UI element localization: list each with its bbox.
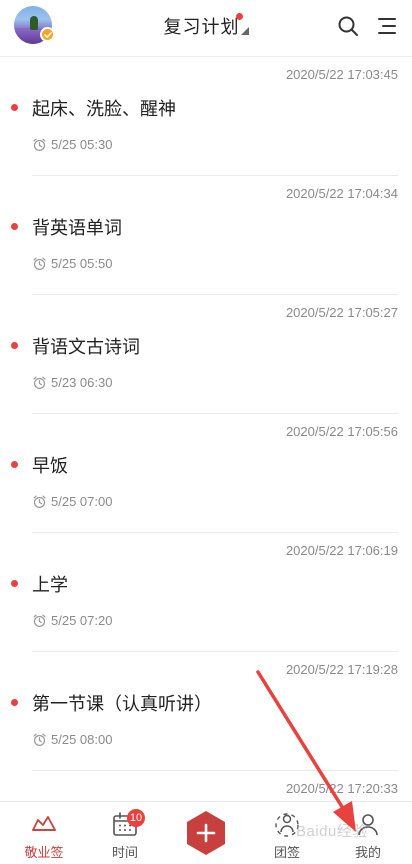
reminder: 5/25 05:50 <box>32 255 112 271</box>
title-notification-dot <box>236 13 243 20</box>
alarm-clock-icon <box>33 138 46 151</box>
bullet-dot-icon <box>11 461 18 468</box>
plus-icon <box>187 811 225 855</box>
nav-label: 我的 <box>354 846 381 861</box>
bullet-dot-icon <box>11 223 18 230</box>
list-item[interactable]: 2020/5/22 17:20:33 <box>32 771 398 801</box>
created-time: 2020/5/22 17:06:19 <box>285 543 398 558</box>
created-time: 2020/5/22 17:05:27 <box>285 305 398 320</box>
list-item[interactable]: 2020/5/22 17:05:27 背语文古诗词 5/23 06:30 <box>11 295 398 414</box>
item-title: 上学 <box>32 575 68 596</box>
created-time: 2020/5/22 17:03:45 <box>285 67 398 82</box>
watermark: Baidu经验 <box>296 823 368 840</box>
bullet-dot-icon <box>11 104 18 111</box>
menu-icon <box>378 18 396 34</box>
created-time: 2020/5/22 17:04:34 <box>285 186 398 201</box>
notification-badge: 10 <box>127 809 145 827</box>
created-time: 2020/5/22 17:20:33 <box>285 781 398 796</box>
nav-label: 敬业签 <box>24 846 64 861</box>
reminder-time: 5/25 05:50 <box>51 255 113 271</box>
reminder-time: 5/25 08:00 <box>51 731 113 747</box>
alarm-clock-icon <box>33 376 46 389</box>
reminder: 5/25 07:20 <box>32 612 112 628</box>
item-title: 第一节课（认真听讲） <box>32 694 212 715</box>
list-item[interactable]: 2020/5/22 17:19:28 第一节课（认真听讲） 5/25 08:00 <box>11 652 398 771</box>
item-title: 背英语单词 <box>32 218 122 239</box>
item-title: 早饭 <box>32 456 68 477</box>
reminder: 5/25 07:00 <box>32 493 112 509</box>
memo-list: 2020/5/22 17:03:45 起床、洗脸、醒神 5/25 05:30 2… <box>0 57 412 801</box>
nav-jingyeqian[interactable]: 敬业签 <box>9 802 79 864</box>
search-icon <box>338 16 358 36</box>
list-item[interactable]: 2020/5/22 17:05:56 早饭 5/25 07:00 <box>11 414 398 533</box>
reminder-time: 5/25 07:20 <box>51 612 113 628</box>
add-button[interactable] <box>185 810 227 856</box>
item-title: 起床、洗脸、醒神 <box>32 99 176 120</box>
reminder: 5/25 08:00 <box>32 731 112 747</box>
nav-label: 团签 <box>273 846 300 861</box>
alarm-clock-icon <box>33 614 46 627</box>
nav-label: 时间 <box>111 846 138 861</box>
page-title[interactable]: 复习计划 <box>164 17 240 38</box>
nav-time[interactable]: 10 时间 <box>90 802 160 864</box>
search-button[interactable] <box>336 14 360 38</box>
reminder-time: 5/25 07:00 <box>51 493 113 509</box>
alarm-clock-icon <box>33 257 46 270</box>
reminder: 5/25 05:30 <box>32 136 112 152</box>
bullet-dot-icon <box>11 580 18 587</box>
top-bar: 复习计划 <box>0 0 412 57</box>
reminder: 5/23 06:30 <box>32 374 112 390</box>
created-time: 2020/5/22 17:05:56 <box>285 424 398 439</box>
reminder-time: 5/25 05:30 <box>51 136 113 152</box>
dropdown-caret-icon <box>240 27 249 35</box>
reminder-time: 5/23 06:30 <box>51 374 113 390</box>
bullet-dot-icon <box>11 342 18 349</box>
list-item[interactable]: 2020/5/22 17:04:34 背英语单词 5/25 05:50 <box>11 176 398 295</box>
menu-button[interactable] <box>375 14 399 38</box>
alarm-clock-icon <box>33 733 46 746</box>
item-title: 背语文古诗词 <box>32 337 140 358</box>
alarm-clock-icon <box>33 495 46 508</box>
jingyeqian-icon <box>32 816 56 831</box>
created-time: 2020/5/22 17:19:28 <box>285 662 398 677</box>
list-item[interactable]: 2020/5/22 17:03:45 起床、洗脸、醒神 5/25 05:30 <box>11 57 398 176</box>
bullet-dot-icon <box>11 699 18 706</box>
list-item[interactable]: 2020/5/22 17:06:19 上学 5/25 07:20 <box>11 533 398 652</box>
